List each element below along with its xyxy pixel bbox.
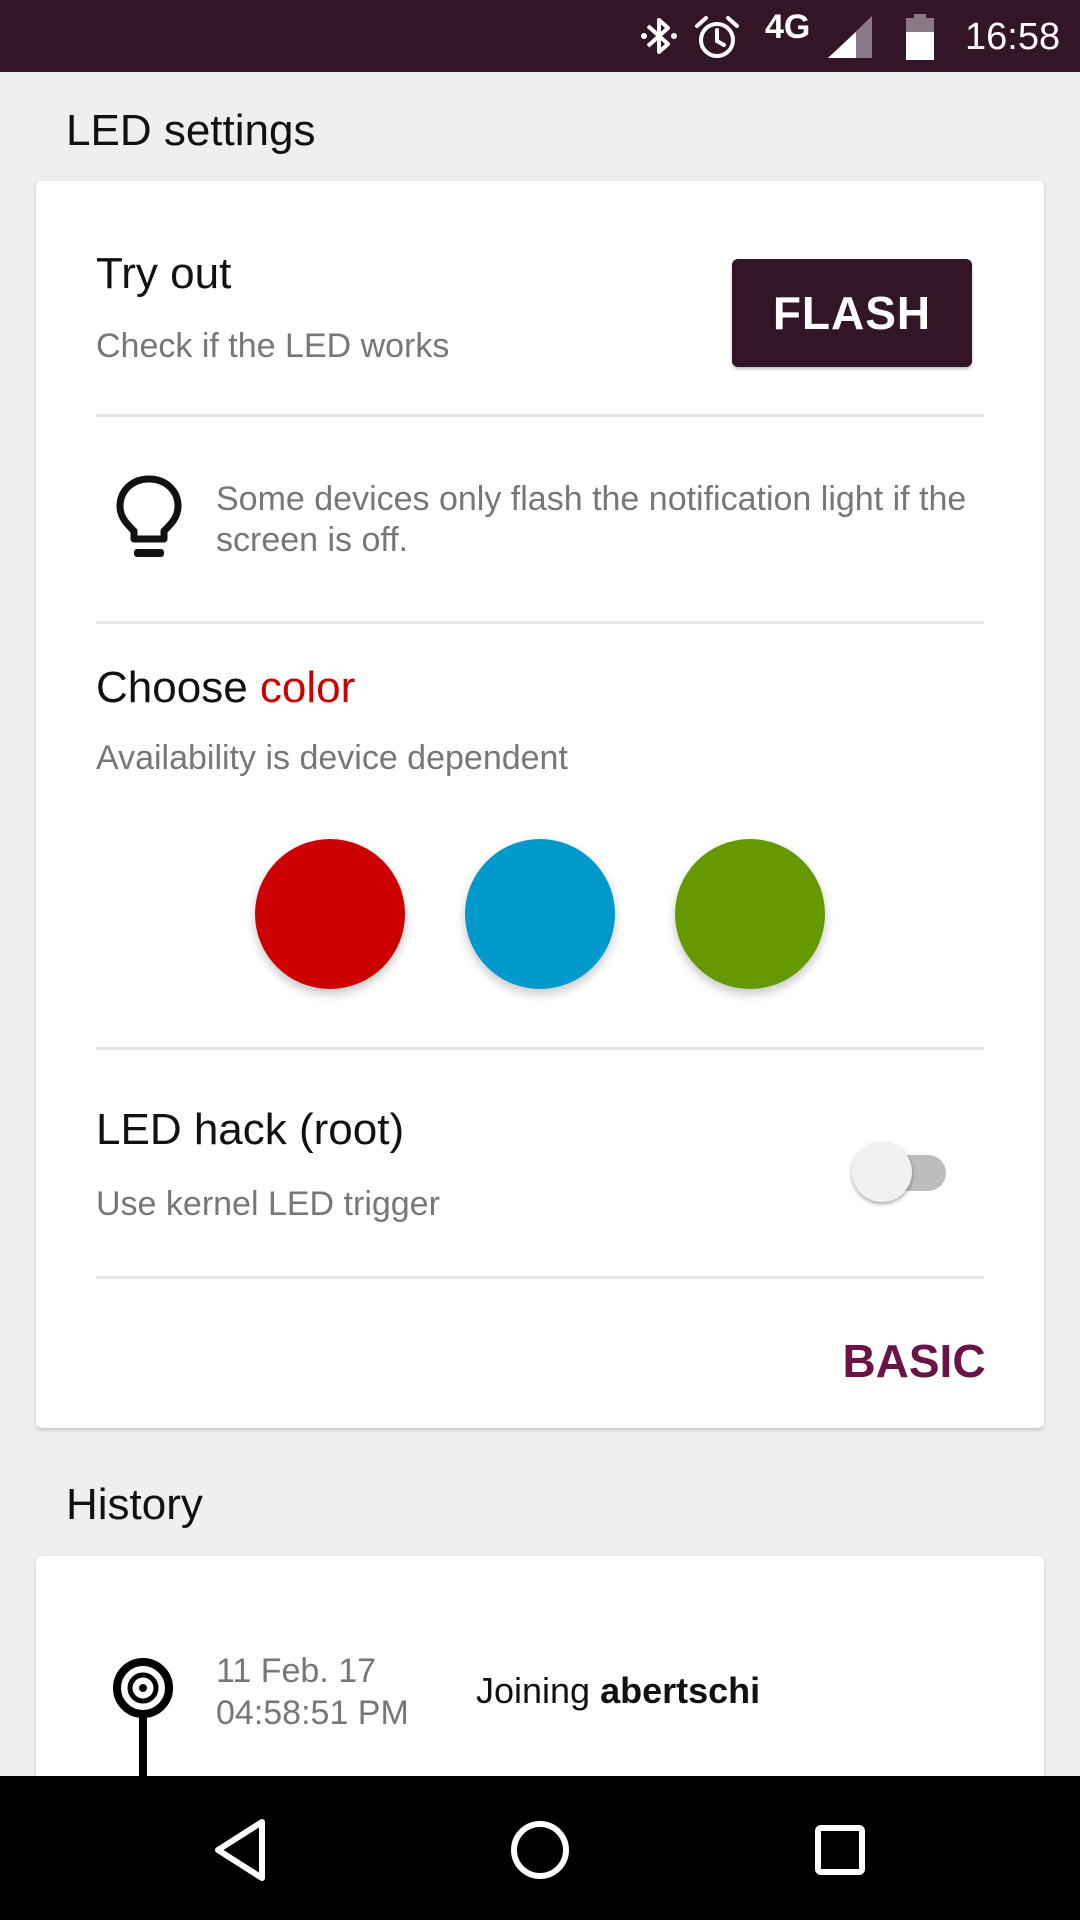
history-entry-time: 04:58:51 PM (216, 1694, 409, 1732)
divider (96, 414, 984, 417)
led-hack-title: LED hack (root) (96, 1105, 405, 1154)
alarm-icon (695, 16, 739, 58)
flash-button[interactable]: FLASH (732, 259, 972, 367)
status-bar: 4G 16:58 (0, 0, 1080, 72)
divider (96, 621, 984, 624)
choose-color-prefix: Choose (96, 663, 260, 712)
navigation-bar (0, 1776, 1080, 1920)
basic-mode-button[interactable]: BASIC (824, 1321, 1004, 1401)
try-out-subtitle: Check if the LED works (96, 327, 450, 365)
led-hack-subtitle: Use kernel LED trigger (96, 1185, 440, 1223)
back-icon[interactable] (204, 1812, 280, 1888)
choose-color-accent: color (259, 663, 356, 712)
clock: 16:58 (965, 16, 1061, 58)
led-settings-card: Try out Check if the LED works FLASH Som… (36, 181, 1044, 1428)
battery-icon (906, 14, 934, 60)
history-entry-text[interactable]: Joining abertschi (476, 1670, 760, 1712)
network-type: 4G (765, 8, 811, 46)
divider (96, 1276, 984, 1279)
history-entry-action: Joining (476, 1670, 591, 1711)
lightbulb-icon (116, 475, 182, 557)
recents-icon[interactable] (802, 1812, 878, 1888)
led-tip-text: Some devices only flash the notification… (216, 480, 967, 559)
choose-color-title: Choose color (96, 663, 355, 713)
try-out-title: Try out (96, 249, 232, 298)
history-entry-user: abertschi (600, 1670, 761, 1711)
history-title: History (66, 1480, 203, 1529)
led-settings-title: LED settings (66, 106, 316, 155)
choose-color-subtitle: Availability is device dependent (96, 739, 568, 777)
bluetooth-icon (641, 18, 677, 54)
history-entry-day: 11 Feb. 17 (216, 1652, 377, 1690)
home-icon[interactable] (502, 1812, 578, 1888)
color-swatch-green[interactable] (675, 839, 825, 989)
led-hack-toggle[interactable] (852, 1141, 952, 1203)
timeline-node-icon (113, 1658, 173, 1786)
color-swatch-blue[interactable] (465, 839, 615, 989)
history-entry-date: 11 Feb. 17 04:58:51 PM (216, 1650, 409, 1734)
signal-icon (828, 16, 872, 58)
color-swatch-red[interactable] (255, 839, 405, 989)
divider (96, 1047, 984, 1050)
toggle-thumb (852, 1142, 912, 1202)
